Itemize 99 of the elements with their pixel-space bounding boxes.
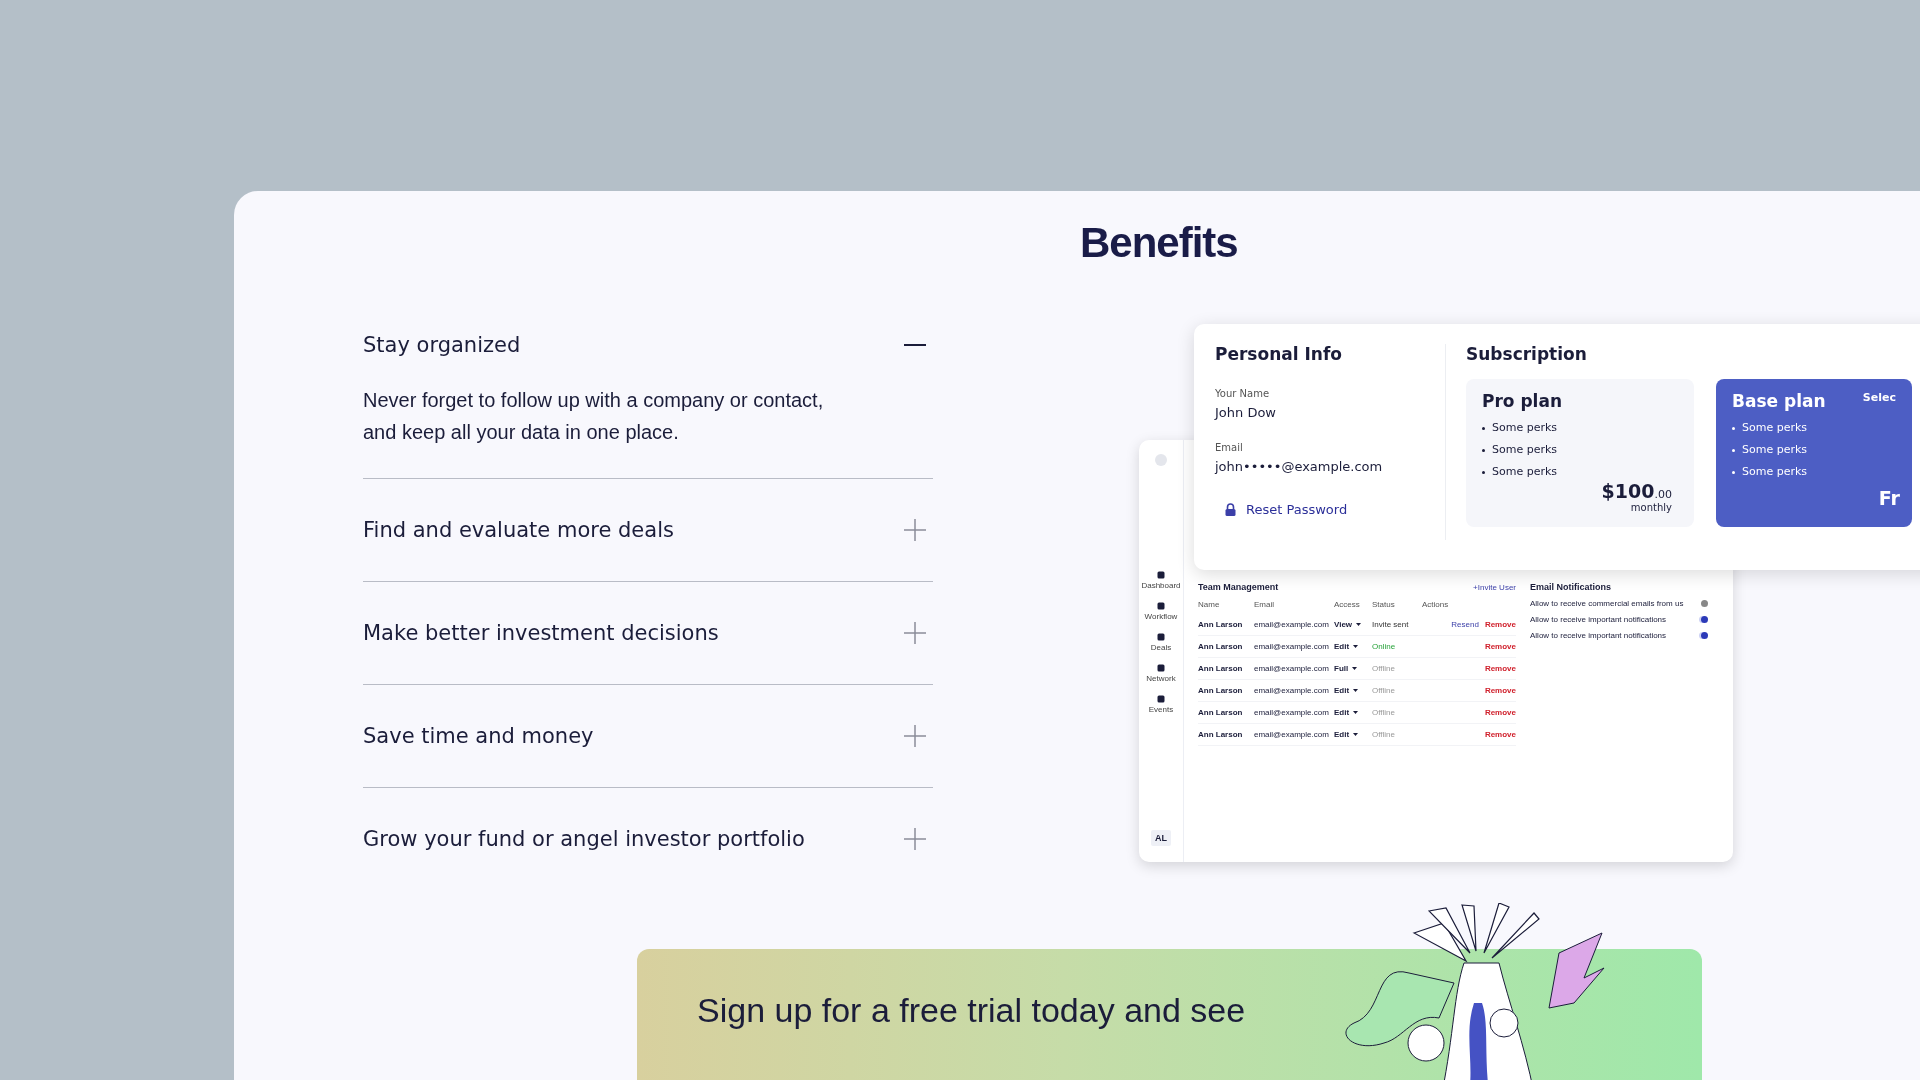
- circle-icon: [1155, 454, 1167, 466]
- remove-link[interactable]: Remove: [1484, 686, 1516, 695]
- nav-label[interactable]: Dashboard: [1141, 581, 1181, 590]
- status-text: Offline: [1372, 702, 1422, 724]
- caret-icon: [1356, 623, 1362, 626]
- table-cell: email@example.com: [1254, 724, 1334, 746]
- table-cell: email@example.com: [1254, 614, 1334, 636]
- resend-link[interactable]: Resend: [1451, 620, 1479, 629]
- access-dropdown[interactable]: View: [1334, 614, 1372, 636]
- table-cell: Ann Larson: [1198, 636, 1254, 658]
- team-title: Team Management: [1198, 582, 1279, 592]
- table-cell: Ann Larson: [1198, 702, 1254, 724]
- accordion-title[interactable]: Make better investment decisions: [363, 621, 719, 645]
- perk-item: Some perks: [1742, 421, 1808, 435]
- toggle-switch[interactable]: [1701, 616, 1708, 623]
- caret-icon: [1352, 667, 1358, 670]
- table-cell: Ann Larson: [1198, 614, 1254, 636]
- nav-square-icon[interactable]: [1157, 664, 1165, 672]
- notification-label: Allow to receive important notifications: [1530, 615, 1667, 624]
- bullet-icon: [1482, 470, 1485, 474]
- section-title: Benefits: [1080, 218, 1238, 267]
- accordion-title[interactable]: Stay organized: [363, 333, 521, 357]
- bullet-icon: [1732, 448, 1735, 452]
- access-dropdown[interactable]: Edit: [1334, 724, 1372, 746]
- plan-card[interactable]: Pro plan Some perks Some perks Some perks $100.00 monthly: [1466, 379, 1694, 527]
- accordion-title[interactable]: Find and evaluate more deals: [363, 518, 674, 542]
- table-cell: Ann Larson: [1198, 680, 1254, 702]
- column-header: Access: [1334, 600, 1361, 611]
- access-dropdown[interactable]: Edit: [1334, 702, 1372, 724]
- perk-item: Some perks: [1742, 443, 1808, 457]
- bullet-icon: [1732, 470, 1735, 474]
- status-text: Online: [1372, 636, 1422, 658]
- notifications-title: Email Notifications: [1530, 582, 1612, 592]
- accordion-title[interactable]: Grow your fund or angel investor portfolio: [363, 827, 805, 851]
- access-dropdown[interactable]: Full: [1334, 658, 1372, 680]
- field-value: John Dow: [1215, 405, 1277, 420]
- nav-label[interactable]: Events: [1148, 705, 1174, 714]
- lock-icon: [1225, 503, 1236, 516]
- toggle-switch[interactable]: [1701, 632, 1708, 639]
- column-header: Actions: [1422, 600, 1450, 611]
- table-cell: email@example.com: [1254, 636, 1334, 658]
- nav-label[interactable]: Deals: [1150, 643, 1172, 652]
- nav-square-icon[interactable]: [1157, 571, 1165, 579]
- table-cell: email@example.com: [1254, 658, 1334, 680]
- price-period: monthly: [1630, 502, 1672, 513]
- table-cell: email@example.com: [1254, 680, 1334, 702]
- perk-item: Some perks: [1492, 421, 1558, 435]
- field-value: john•••••@example.com: [1215, 459, 1384, 474]
- plan-name: Pro plan: [1482, 391, 1562, 411]
- nav-square-icon[interactable]: [1157, 602, 1165, 610]
- perk-item: Some perks: [1742, 465, 1808, 479]
- accordion-title[interactable]: Save time and money: [363, 724, 594, 748]
- caret-icon: [1353, 645, 1359, 648]
- personal-info-title: Personal Info: [1215, 344, 1343, 364]
- table-cell: Ann Larson: [1198, 724, 1254, 746]
- invite-user-link[interactable]: +Invite User: [1473, 582, 1516, 592]
- access-dropdown[interactable]: Edit: [1334, 636, 1372, 658]
- plan-price: Fr: [1878, 487, 1900, 509]
- subscription-title: Subscription: [1466, 344, 1588, 364]
- table-cell: Ann Larson: [1198, 658, 1254, 680]
- nav-label[interactable]: Workflow: [1144, 612, 1178, 621]
- avatar-initials[interactable]: AL: [1151, 830, 1171, 846]
- column-header: Name: [1198, 600, 1221, 611]
- bullet-icon: [1482, 426, 1485, 430]
- field-label: Your Name: [1215, 388, 1271, 399]
- notification-label: Allow to receive important notifications: [1530, 631, 1667, 640]
- nav-square-icon[interactable]: [1157, 695, 1165, 703]
- status-text: Invite sent: [1372, 614, 1422, 636]
- caret-icon: [1353, 711, 1359, 714]
- caret-icon: [1353, 733, 1359, 736]
- select-label: Selec: [1862, 391, 1896, 406]
- reset-password-link[interactable]: Reset Password: [1225, 502, 1445, 517]
- perk-item: Some perks: [1492, 465, 1558, 479]
- remove-link[interactable]: Remove: [1484, 664, 1516, 673]
- accordion-body-text: Never forget to follow up with a company or contact, and keep all your data in one place.: [363, 388, 825, 445]
- plan-price: $100.00: [1601, 480, 1672, 502]
- status-text: Offline: [1372, 680, 1422, 702]
- notification-label: Allow to receive commercial emails from us: [1530, 599, 1684, 608]
- caret-icon: [1353, 689, 1359, 692]
- nav-label[interactable]: Network: [1146, 674, 1176, 683]
- remove-link[interactable]: Remove: [1484, 620, 1516, 629]
- remove-link[interactable]: Remove: [1484, 730, 1516, 739]
- table-cell: email@example.com: [1254, 702, 1334, 724]
- perk-item: Some perks: [1492, 443, 1558, 457]
- field-label: Email: [1215, 442, 1244, 453]
- column-header: Status: [1372, 600, 1396, 611]
- remove-link[interactable]: Remove: [1484, 642, 1516, 651]
- status-text: Offline: [1372, 724, 1422, 746]
- plan-name: Base plan: [1732, 391, 1826, 411]
- column-header: Email: [1254, 600, 1275, 611]
- status-text: Offline: [1372, 658, 1422, 680]
- bullet-icon: [1482, 448, 1485, 452]
- bullet-icon: [1732, 426, 1735, 430]
- nav-square-icon[interactable]: [1157, 633, 1165, 641]
- toggle-switch[interactable]: [1701, 600, 1708, 607]
- plan-card[interactable]: Base plan Selec Some perks Some perks Some perks Fr: [1716, 379, 1912, 527]
- remove-link[interactable]: Remove: [1484, 708, 1516, 717]
- access-dropdown[interactable]: Edit: [1334, 680, 1372, 702]
- banner-text: Sign up for a free trial today and see: [697, 991, 1247, 1030]
